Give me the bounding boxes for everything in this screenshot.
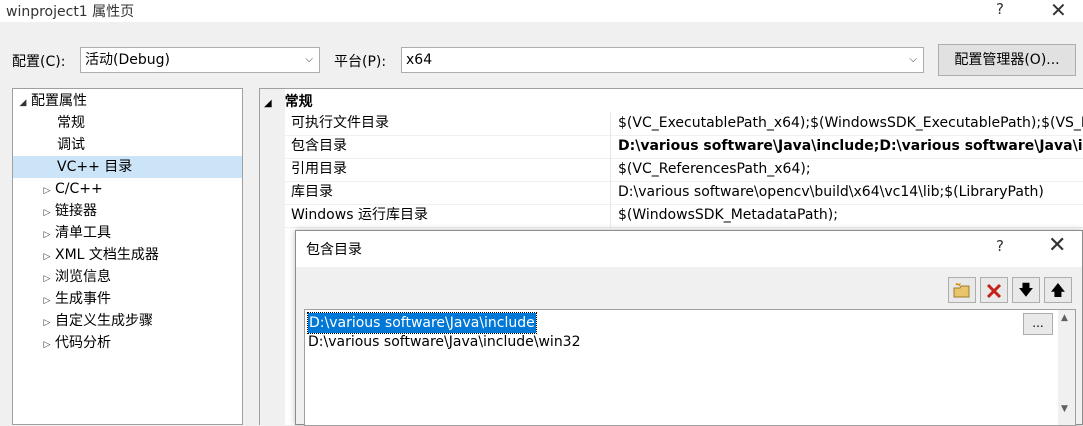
- grid-gutter: [260, 89, 285, 425]
- column-separator: [610, 181, 611, 204]
- property-name: 包含目录: [291, 138, 347, 154]
- tree-item-label: 代码分析: [55, 335, 111, 351]
- tree-item-build-events[interactable]: ▷ 生成事件: [39, 288, 111, 310]
- property-value[interactable]: D:\various software\opencv\build\x64\vc1…: [618, 181, 1044, 203]
- dialog-close-button[interactable]: ✕: [1048, 233, 1066, 258]
- dialog-title: 包含目录: [306, 242, 362, 258]
- property-row[interactable]: 可执行文件目录 $(VC_ExecutablePath_x64);$(Windo…: [285, 112, 1083, 136]
- collapsed-triangle-icon[interactable]: ▷: [39, 268, 55, 290]
- config-label: 配置(C):: [12, 54, 66, 70]
- property-name: Windows 运行库目录: [291, 207, 428, 223]
- property-row[interactable]: Windows 运行库目录 $(WindowsSDK_MetadataPath)…: [285, 204, 1083, 228]
- tree-item-label: 清单工具: [55, 225, 111, 241]
- scroll-down-icon[interactable]: ▼: [1061, 404, 1068, 414]
- arrow-down-icon: 🡇: [1018, 281, 1034, 299]
- tree-item-cpp[interactable]: ▷ C/C++: [39, 178, 103, 200]
- tree-item-label: 浏览信息: [55, 269, 111, 285]
- include-directories-dialog: 包含目录 ? ✕ 🡇 🡅 D:\various software\Java\in…: [295, 230, 1083, 426]
- platform-combo[interactable]: x64 ⌵: [401, 47, 924, 73]
- dialog-title-bar: 包含目录 ? ✕: [296, 231, 1082, 267]
- tree-item-label: C/C++: [55, 181, 103, 197]
- platform-label: 平台(P):: [334, 54, 387, 70]
- property-value[interactable]: $(VC_ExecutablePath_x64);$(WindowsSDK_Ex…: [618, 112, 1083, 134]
- platform-combo-value: x64: [406, 52, 433, 68]
- new-line-button[interactable]: [948, 277, 976, 303]
- column-separator: [610, 204, 611, 227]
- property-row[interactable]: 引用目录 $(VC_ReferencesPath_x64);: [285, 158, 1083, 182]
- config-manager-button[interactable]: 配置管理器(O)...: [938, 44, 1076, 76]
- tree-item-label: 调试: [57, 137, 85, 153]
- tree-item-label: 常规: [57, 115, 85, 131]
- tree-item-browse-info[interactable]: ▷ 浏览信息: [39, 266, 111, 288]
- collapsed-triangle-icon[interactable]: ▷: [39, 312, 55, 334]
- tree-item-vc-directories[interactable]: VC++ 目录: [13, 156, 242, 178]
- delete-x-icon: [986, 283, 1002, 298]
- collapsed-triangle-icon[interactable]: ▷: [39, 224, 55, 246]
- column-separator: [610, 112, 611, 135]
- list-item[interactable]: D:\various software\Java\include: [307, 312, 537, 334]
- chevron-down-icon: ⌵: [909, 54, 917, 65]
- window-title: winproject1 属性页: [6, 4, 135, 20]
- tree-root-label: 配置属性: [31, 93, 87, 109]
- vertical-scrollbar[interactable]: ▲ ▼: [1058, 310, 1075, 425]
- scroll-up-icon[interactable]: ▲: [1061, 313, 1068, 323]
- move-down-button[interactable]: 🡇: [1012, 277, 1040, 303]
- column-separator: [610, 158, 611, 181]
- dialog-help-button[interactable]: ?: [996, 237, 1004, 255]
- window-title-bar: winproject1 属性页 ? ✕: [0, 0, 1083, 22]
- property-name: 引用目录: [291, 161, 347, 177]
- browse-button[interactable]: ...: [1023, 313, 1053, 335]
- list-item[interactable]: D:\various software\Java\include\win32: [308, 332, 581, 352]
- tree-item-label: VC++ 目录: [57, 159, 133, 175]
- property-tree: ◢ 配置属性 常规 调试 VC++ 目录 ▷ C/C++ ▷ 链接器 ▷ 清单工具 ▷ X…: [12, 88, 243, 425]
- expanded-triangle-icon[interactable]: ◢: [15, 92, 31, 114]
- directory-list[interactable]: D:\various software\Java\include D:\vari…: [304, 309, 1076, 426]
- tree-item-label: XML 文档生成器: [55, 247, 159, 263]
- help-button[interactable]: ?: [996, 0, 1004, 18]
- arrow-up-icon: 🡅: [1050, 281, 1066, 299]
- tree-root[interactable]: ◢ 配置属性: [15, 90, 87, 112]
- category-header[interactable]: ◢ 常规: [264, 91, 313, 111]
- config-combo-value: 活动(Debug): [85, 52, 170, 68]
- property-value[interactable]: D:\various software\Java\include;D:\vari…: [618, 135, 1083, 157]
- collapsed-triangle-icon[interactable]: ▷: [39, 334, 55, 356]
- tree-item-general[interactable]: 常规: [57, 112, 85, 134]
- property-row[interactable]: 包含目录 D:\various software\Java\include;D:…: [285, 135, 1083, 159]
- chevron-down-icon: ⌵: [305, 54, 313, 65]
- tree-item-code-analysis[interactable]: ▷ 代码分析: [39, 332, 111, 354]
- new-folder-icon: [953, 281, 970, 297]
- property-name: 库目录: [291, 184, 333, 200]
- tree-item-custom-build-step[interactable]: ▷ 自定义生成步骤: [39, 310, 153, 332]
- config-combo[interactable]: 活动(Debug) ⌵: [80, 47, 320, 73]
- collapse-triangle-icon[interactable]: ◢: [264, 98, 272, 109]
- tree-item-linker[interactable]: ▷ 链接器: [39, 200, 97, 222]
- delete-button[interactable]: [980, 277, 1008, 303]
- tree-item-label: 自定义生成步骤: [55, 313, 153, 329]
- property-name: 可执行文件目录: [291, 115, 389, 131]
- property-value[interactable]: $(VC_ReferencesPath_x64);: [618, 158, 811, 180]
- property-value[interactable]: $(WindowsSDK_MetadataPath);: [618, 204, 838, 226]
- collapsed-triangle-icon[interactable]: ▷: [39, 246, 55, 268]
- tree-item-debugging[interactable]: 调试: [57, 134, 85, 156]
- tree-item-label: 链接器: [55, 203, 97, 219]
- tree-item-manifest-tool[interactable]: ▷ 清单工具: [39, 222, 111, 244]
- column-separator: [610, 135, 611, 158]
- move-up-button[interactable]: 🡅: [1044, 277, 1072, 303]
- tree-item-xml-doc-generator[interactable]: ▷ XML 文档生成器: [39, 244, 159, 266]
- category-label: 常规: [284, 94, 313, 110]
- property-row[interactable]: 库目录 D:\various software\opencv\build\x64…: [285, 181, 1083, 205]
- collapsed-triangle-icon[interactable]: ▷: [39, 202, 55, 224]
- tree-item-label: 生成事件: [55, 291, 111, 307]
- close-button[interactable]: ✕: [1050, 0, 1067, 22]
- collapsed-triangle-icon[interactable]: ▷: [39, 290, 55, 312]
- collapsed-triangle-icon[interactable]: ▷: [39, 180, 55, 202]
